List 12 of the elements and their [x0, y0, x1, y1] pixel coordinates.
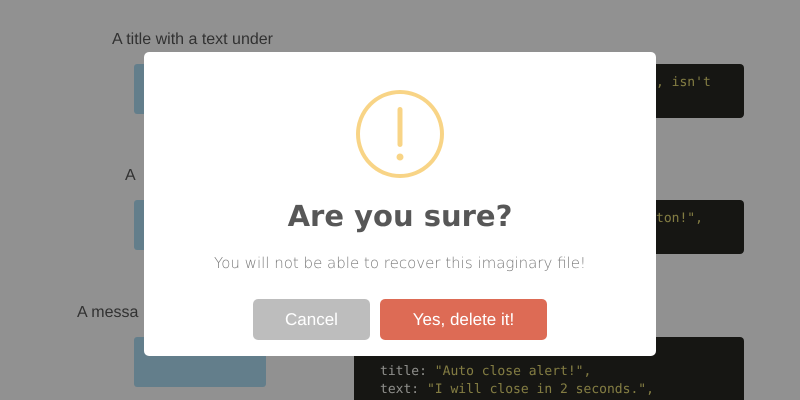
section-label: A [125, 167, 136, 184]
code-line: title: "Auto close alert!", [380, 363, 592, 381]
dialog-message: You will not be able to recover this imaginary file! [214, 253, 586, 274]
confirm-button[interactable]: Yes, delete it! [380, 299, 547, 340]
code-line: ton!", [656, 210, 704, 228]
section-label: A messa [77, 304, 138, 321]
section-label: A title with a text under [112, 31, 273, 48]
dialog-title: Are you sure? [288, 198, 512, 234]
code-line: , isn't [656, 74, 712, 92]
warning-icon [356, 90, 444, 178]
code-line: text: "I will close in 2 seconds.", [380, 381, 655, 399]
cancel-button[interactable]: Cancel [253, 299, 370, 340]
